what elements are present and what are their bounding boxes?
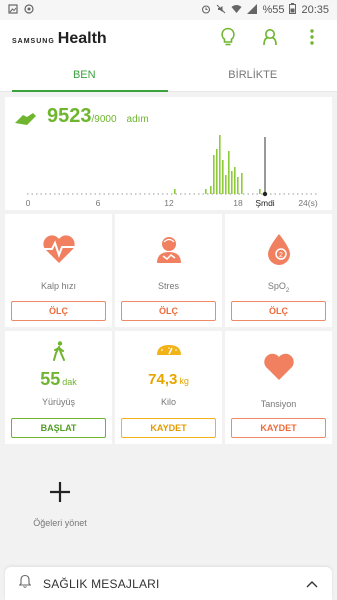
step-bar	[216, 149, 218, 194]
walking-label: Yürüyüş	[41, 397, 76, 407]
axis-tick-now: Şmdi	[255, 198, 274, 208]
spo2-label-main: SpO	[267, 281, 286, 291]
manage-items-label: Öğeleri yönet	[33, 518, 87, 528]
manage-items-button[interactable]: Öğeleri yönet	[18, 478, 102, 528]
notification-circle-icon	[24, 3, 34, 17]
step-bar	[222, 160, 224, 194]
step-bar	[210, 186, 212, 194]
tips-button[interactable]	[217, 27, 239, 52]
step-bar	[237, 177, 239, 194]
spo2-label-sub: 2	[285, 287, 290, 294]
clock-time: 20:35	[301, 4, 329, 16]
profile-button[interactable]	[259, 28, 281, 50]
walking-person-icon	[52, 341, 66, 366]
blood-pressure-label: Tansiyon	[260, 399, 297, 409]
notification-image-icon	[8, 3, 18, 17]
step-bars	[174, 135, 261, 194]
health-messages-bar[interactable]: SAĞLIK MESAJLARI	[5, 567, 332, 600]
health-messages-title: SAĞLIK MESAJLARI	[43, 576, 160, 591]
heart-rate-label: Kalp hızı	[40, 281, 77, 291]
axis-tick-24: 24(s)	[298, 198, 318, 208]
tab-me[interactable]: BEN	[0, 58, 169, 91]
scale-icon	[156, 343, 182, 361]
tab-bar: BEN BİRLİKTE	[0, 58, 337, 92]
step-bar	[228, 151, 230, 194]
step-bar	[205, 189, 207, 194]
stress-tile[interactable]: Stres ÖLÇ	[115, 214, 222, 327]
steps-unit: adım	[126, 114, 149, 125]
more-vertical-icon	[310, 28, 314, 50]
steps-goal: /9000	[91, 114, 117, 125]
brand-small: SAMSUNG	[12, 38, 55, 45]
step-bar	[225, 175, 227, 194]
weight-label: Kilo	[160, 397, 176, 407]
step-bar	[259, 189, 261, 194]
app-bar: SAMSUNG Health	[0, 20, 337, 58]
status-bar: %55 20:35	[0, 0, 337, 20]
active-tab-indicator	[12, 90, 168, 92]
step-bar	[174, 189, 176, 194]
walking-value: 55 dak	[5, 369, 112, 390]
tab-together[interactable]: BİRLİKTE	[169, 58, 337, 91]
spo2-measure-button[interactable]: ÖLÇ	[231, 301, 326, 321]
step-bar	[219, 135, 221, 194]
mute-icon	[216, 4, 226, 17]
svg-text:2: 2	[279, 252, 283, 259]
alarm-icon	[201, 4, 211, 17]
oxygen-drop-icon: 2	[265, 232, 293, 271]
weight-value: 74,3 kg	[115, 371, 222, 388]
bell-icon	[18, 574, 32, 593]
steps-count: 9523	[47, 105, 92, 127]
heart-rate-measure-button[interactable]: ÖLÇ	[11, 301, 106, 321]
walking-start-button[interactable]: BAŞLAT	[11, 418, 106, 438]
weight-unit: kg	[179, 376, 189, 386]
heart-icon	[263, 353, 295, 386]
spo2-label: SpO2	[225, 281, 332, 294]
spo2-tile[interactable]: 2 SpO2 ÖLÇ	[225, 214, 332, 327]
weight-number: 74,3	[148, 371, 178, 388]
chevron-up-icon[interactable]	[306, 575, 318, 593]
more-options-button[interactable]	[301, 28, 323, 50]
steps-card[interactable]: 0 6 12 18 Şmdi 24(s) 9523/9000 adım	[5, 97, 332, 210]
step-bar	[213, 155, 215, 194]
axis-tick-6: 6	[96, 198, 101, 208]
step-bar	[231, 171, 233, 194]
wifi-icon	[231, 4, 242, 17]
weight-tile[interactable]: 74,3 kg Kilo KAYDET	[115, 331, 222, 444]
heart-rate-tile[interactable]: Kalp hızı ÖLÇ	[5, 214, 112, 327]
signal-icon	[247, 3, 258, 17]
blood-pressure-tile[interactable]: Tansiyon KAYDET	[225, 331, 332, 444]
brand-big: Health	[57, 30, 107, 47]
heart-rate-icon	[42, 234, 76, 269]
now-marker-dot	[262, 191, 268, 197]
samsung-health-logo: SAMSUNG Health	[12, 30, 107, 48]
stress-measure-button[interactable]: ÖLÇ	[121, 301, 216, 321]
battery-percent: %55	[262, 4, 285, 16]
battery-icon	[289, 3, 297, 17]
step-bar	[241, 173, 243, 194]
lightbulb-icon	[220, 27, 236, 52]
walking-unit: dak	[62, 377, 77, 387]
person-icon	[261, 28, 279, 51]
walking-minutes: 55	[40, 369, 61, 389]
walking-tile[interactable]: 55 dak Yürüyüş BAŞLAT	[5, 331, 112, 444]
step-bar	[234, 167, 236, 194]
stress-label: Stres	[157, 281, 179, 291]
axis-tick-18: 18	[233, 198, 243, 208]
plus-icon	[18, 478, 102, 508]
axis-tick-0: 0	[26, 198, 31, 208]
blood-pressure-save-button[interactable]: KAYDET	[231, 418, 326, 438]
axis-tick-12: 12	[164, 198, 174, 208]
stress-person-icon	[154, 234, 184, 269]
weight-save-button[interactable]: KAYDET	[121, 418, 216, 438]
